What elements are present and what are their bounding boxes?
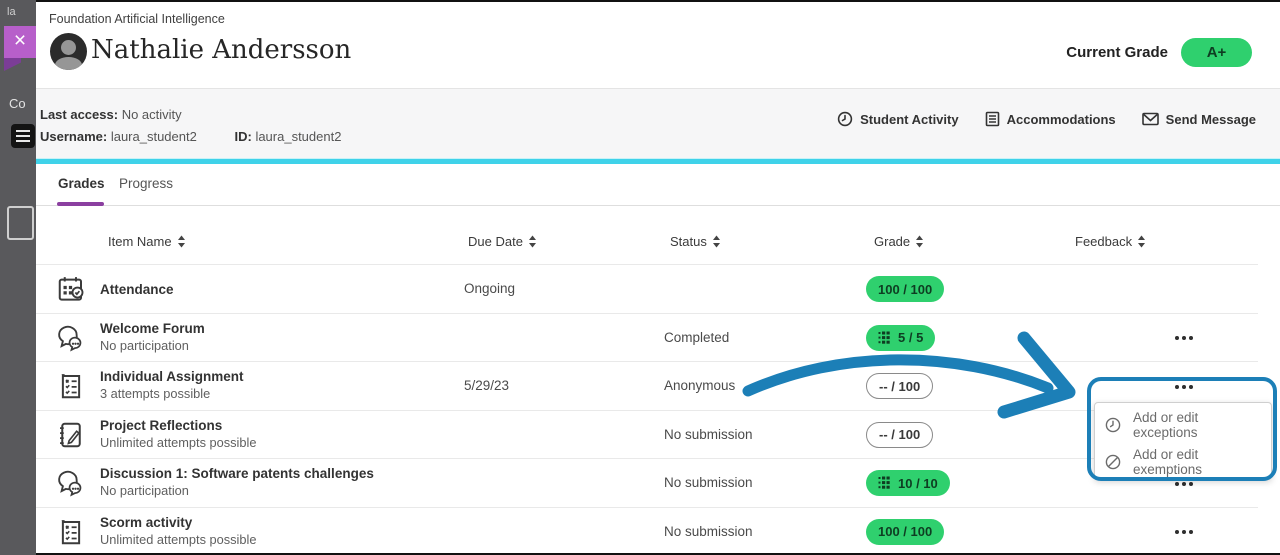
table-row: Welcome Forum No participation Completed…: [36, 313, 1258, 362]
background-partial-text: Co: [9, 96, 26, 111]
grade-pill[interactable]: -- / 100: [866, 373, 933, 399]
item-title[interactable]: Project Reflections: [100, 418, 256, 433]
id-value: laura_student2: [255, 129, 341, 144]
attendance-calendar-icon: [56, 274, 86, 304]
item-title[interactable]: Welcome Forum: [100, 321, 205, 336]
discussion-icon: [56, 468, 86, 498]
accommodations-label: Accommodations: [1007, 112, 1116, 127]
accommodations-button[interactable]: Accommodations: [985, 111, 1116, 127]
clock-icon: [1105, 417, 1121, 433]
column-header-grade[interactable]: Grade: [874, 234, 924, 249]
envelope-icon: [1142, 112, 1159, 126]
grade-pill[interactable]: 5 / 5: [866, 325, 935, 351]
student-activity-label: Student Activity: [860, 112, 958, 127]
feedback-overflow-menu-button[interactable]: [1164, 508, 1204, 555]
due-date-cell: 5/29/23: [464, 378, 509, 393]
sort-icon: [712, 235, 721, 248]
status-cell: Anonymous: [664, 378, 735, 393]
student-name: Nathalie Andersson: [91, 35, 351, 65]
grade-pill[interactable]: -- / 100: [866, 422, 933, 448]
current-grade-badge[interactable]: A+: [1181, 38, 1252, 67]
last-access-value: No activity: [122, 107, 182, 122]
avatar: [50, 33, 87, 70]
column-header-due-date[interactable]: Due Date: [468, 234, 537, 249]
grades-table: Item Name Due Date Status Grade Feedback: [36, 206, 1280, 553]
table-row: Scorm activity Unlimited attempts possib…: [36, 507, 1258, 555]
student-grades-overlay: la Co × Foundation Artificial Intelligen…: [0, 0, 1280, 555]
sort-icon: [1137, 235, 1146, 248]
status-cell: No submission: [664, 475, 753, 490]
menu-item-add-exemptions[interactable]: Add or edit exemptions: [1095, 446, 1271, 477]
item-subtitle: 3 attempts possible: [100, 386, 244, 401]
journal-icon: [56, 420, 86, 450]
item-title[interactable]: Discussion 1: Software patents challenge…: [100, 466, 374, 481]
grade-pill[interactable]: 10 / 10: [866, 470, 950, 496]
assignment-icon: [56, 371, 86, 401]
tabs-bar: Grades Progress: [36, 164, 1280, 206]
rubric-grid-icon: [878, 331, 892, 345]
sort-icon: [177, 235, 186, 248]
student-header: Foundation Artificial Intelligence Natha…: [36, 2, 1280, 88]
student-info-bar: Last access: No activity Username: laura…: [36, 88, 1280, 158]
feedback-overflow-menu-button[interactable]: [1164, 314, 1204, 363]
sort-icon: [915, 235, 924, 248]
item-subtitle: No participation: [100, 338, 205, 353]
status-cell: No submission: [664, 427, 753, 442]
table-row: Project Reflections Unlimited attempts p…: [36, 410, 1258, 459]
background-page-strip: la Co: [0, 0, 36, 555]
rubric-grid-icon: [878, 476, 892, 490]
grade-pill[interactable]: 100 / 100: [866, 276, 944, 302]
course-title: Foundation Artificial Intelligence: [49, 12, 225, 26]
grade-pill[interactable]: 100 / 100: [866, 519, 944, 545]
username-id-line: Username: laura_student2 ID: laura_stude…: [40, 129, 341, 144]
item-subtitle: Unlimited attempts possible: [100, 532, 256, 547]
last-access-label: Last access:: [40, 107, 118, 122]
table-row: Individual Assignment 3 attempts possibl…: [36, 361, 1258, 410]
id-label: ID:: [234, 129, 251, 144]
item-title[interactable]: Attendance: [100, 282, 174, 297]
item-subtitle: No participation: [100, 483, 374, 498]
clock-icon: [837, 111, 853, 127]
block-icon: [1105, 454, 1121, 470]
background-partial-text: la: [7, 6, 16, 18]
send-message-button[interactable]: Send Message: [1142, 111, 1256, 127]
last-access-line: Last access: No activity: [40, 107, 182, 122]
background-menu-icon: [11, 124, 35, 148]
column-header-item-name[interactable]: Item Name: [108, 234, 186, 249]
item-subtitle: Unlimited attempts possible: [100, 435, 256, 450]
column-header-feedback[interactable]: Feedback: [1075, 234, 1146, 249]
due-date-cell: Ongoing: [464, 281, 515, 296]
close-panel-button[interactable]: ×: [4, 26, 36, 58]
feedback-context-menu: Add or edit exceptions Add or edit exemp…: [1094, 402, 1272, 480]
table-row: Attendance Ongoing 100 / 100: [36, 264, 1258, 313]
item-title[interactable]: Scorm activity: [100, 515, 256, 530]
menu-item-add-exceptions[interactable]: Add or edit exceptions: [1095, 409, 1271, 440]
discussion-icon: [56, 323, 86, 353]
tab-progress[interactable]: Progress: [119, 176, 173, 191]
status-cell: Completed: [664, 330, 729, 345]
current-grade-label: Current Grade: [1066, 44, 1168, 61]
username-label: Username:: [40, 129, 107, 144]
tab-grades[interactable]: Grades: [58, 176, 105, 191]
assignment-icon: [56, 517, 86, 547]
student-activity-button[interactable]: Student Activity: [837, 111, 958, 127]
table-row: Discussion 1: Software patents challenge…: [36, 458, 1258, 507]
status-cell: No submission: [664, 524, 753, 539]
sort-icon: [528, 235, 537, 248]
item-title[interactable]: Individual Assignment: [100, 369, 244, 384]
username-value: laura_student2: [111, 129, 197, 144]
column-header-status[interactable]: Status: [670, 234, 721, 249]
table-header-row: Item Name Due Date Status Grade Feedback: [36, 234, 1258, 264]
accommodations-icon: [985, 111, 1000, 127]
background-card-outline: [7, 206, 34, 240]
send-message-label: Send Message: [1166, 112, 1256, 127]
